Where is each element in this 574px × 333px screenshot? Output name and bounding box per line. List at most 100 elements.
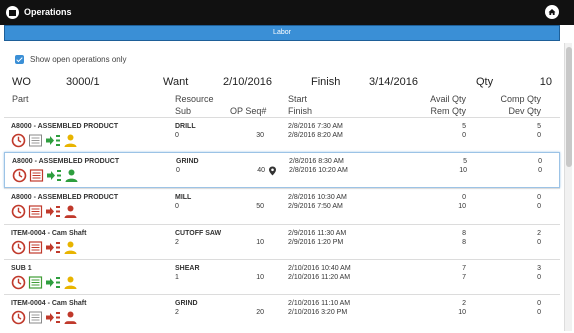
comp-qty: 0 — [537, 300, 541, 307]
part-name: A8000 - ASSEMBLED PRODUCT — [11, 194, 119, 201]
dev-qty: 0 — [538, 167, 542, 174]
operation-row[interactable]: A8000 - ASSEMBLED PRODUCT MILL 0 50 2/8/… — [4, 188, 560, 224]
person-gold-icon[interactable] — [63, 240, 78, 255]
resource-name: CUTOFF SAW — [175, 230, 222, 237]
move-arrow-icon[interactable] — [45, 275, 61, 290]
page-title: Operations — [24, 7, 72, 17]
finish-time: 2/9/2016 7:50 AM — [288, 203, 343, 210]
rem-qty: 10 — [459, 167, 467, 174]
clock-icon[interactable] — [11, 204, 26, 219]
labor-button[interactable]: Labor — [4, 25, 560, 41]
opseq-value: 20 — [256, 309, 264, 316]
finish-time: 2/8/2016 10:20 AM — [289, 167, 348, 174]
comp-qty: 0 — [537, 194, 541, 201]
sub-value: 0 — [175, 203, 179, 210]
document-red-icon[interactable] — [28, 204, 43, 219]
move-arrow-icon[interactable] — [45, 240, 61, 255]
sub-value: 1 — [175, 274, 179, 281]
header-rem-qty: Rem Qty — [430, 106, 466, 116]
person-green-icon[interactable] — [64, 168, 79, 183]
operation-row[interactable]: A8000 - ASSEMBLED PRODUCT DRILL 0 30 2/8… — [4, 117, 560, 153]
title-bar: Operations — [0, 0, 574, 25]
finish-time: 2/10/2016 3:20 PM — [288, 309, 348, 316]
scrollbar-thumb[interactable] — [566, 47, 572, 167]
sub-value: 2 — [175, 309, 179, 316]
opseq-value: 30 — [256, 132, 264, 139]
clock-icon[interactable] — [11, 240, 26, 255]
operation-row[interactable]: ITEM-0004 - Cam Shaft GRIND 2 20 2/10/20… — [4, 294, 560, 330]
finish-label: Finish — [311, 76, 341, 88]
document-red-icon[interactable] — [29, 168, 44, 183]
comp-qty: 2 — [537, 230, 541, 237]
person-gold-icon[interactable] — [63, 275, 78, 290]
open-operations-filter[interactable]: Show open operations only — [15, 55, 127, 64]
sub-value: 2 — [175, 239, 179, 246]
avail-qty: 5 — [462, 123, 466, 130]
part-name: ITEM-0004 - Cam Shaft — [11, 300, 87, 307]
part-name: A8000 - ASSEMBLED PRODUCT — [11, 123, 119, 130]
scrollbar[interactable] — [564, 43, 572, 331]
opseq-value: 10 — [256, 274, 264, 281]
header-dev-qty: Dev Qty — [508, 106, 541, 116]
dev-qty: 0 — [537, 203, 541, 210]
clock-icon[interactable] — [12, 168, 27, 183]
document-red-icon[interactable] — [28, 240, 43, 255]
person-red-icon[interactable] — [63, 204, 78, 219]
start-time: 2/8/2016 10:30 AM — [288, 194, 347, 201]
header-start: Start — [288, 94, 308, 104]
header-resource: Resource — [175, 94, 214, 104]
header-part: Part — [12, 94, 29, 104]
rem-qty: 10 — [458, 309, 466, 316]
avail-qty: 7 — [462, 265, 466, 272]
header-avail-qty: Avail Qty — [430, 94, 466, 104]
person-gold-icon[interactable] — [63, 133, 78, 148]
header-sub: Sub — [175, 106, 192, 116]
operation-row[interactable]: A8000 - ASSEMBLED PRODUCT GRIND 0 40 2/8… — [4, 152, 560, 188]
rem-qty: 0 — [462, 132, 466, 139]
document-green-icon[interactable] — [28, 275, 43, 290]
clock-icon[interactable] — [11, 133, 26, 148]
resource-name: GRIND — [175, 300, 198, 307]
operation-row[interactable]: ITEM-0004 - Cam Shaft CUTOFF SAW 2 10 2/… — [4, 224, 560, 260]
opseq-value: 40 — [257, 167, 265, 174]
open-operations-checkbox[interactable] — [15, 55, 24, 64]
open-operations-label: Show open operations only — [30, 55, 127, 64]
rem-qty: 10 — [458, 203, 466, 210]
dev-qty: 0 — [537, 132, 541, 139]
move-arrow-icon[interactable] — [45, 310, 61, 325]
dev-qty: 0 — [537, 309, 541, 316]
resource-name: DRILL — [175, 123, 196, 130]
menu-icon[interactable] — [6, 6, 19, 19]
location-pin-icon[interactable] — [268, 166, 277, 176]
part-name: ITEM-0004 - Cam Shaft — [11, 230, 87, 237]
sub-value: 0 — [175, 132, 179, 139]
sub-value: 0 — [176, 167, 180, 174]
comp-qty: 0 — [538, 158, 542, 165]
qty-label: Qty — [476, 76, 494, 88]
document-icon[interactable] — [28, 310, 43, 325]
document-icon[interactable] — [28, 133, 43, 148]
avail-qty: 2 — [462, 300, 466, 307]
finish-time: 2/9/2016 1:20 PM — [288, 239, 344, 246]
move-arrow-icon[interactable] — [45, 133, 61, 148]
opseq-value: 50 — [256, 203, 264, 210]
part-name: A8000 - ASSEMBLED PRODUCT — [12, 158, 120, 165]
start-time: 2/8/2016 7:30 AM — [288, 123, 343, 130]
dev-qty: 0 — [537, 239, 541, 246]
rem-qty: 7 — [462, 274, 466, 281]
person-red-icon[interactable] — [63, 310, 78, 325]
clock-icon[interactable] — [11, 310, 26, 325]
opseq-value: 10 — [256, 239, 264, 246]
move-arrow-icon[interactable] — [45, 204, 61, 219]
move-arrow-icon[interactable] — [46, 168, 62, 183]
home-icon[interactable] — [545, 5, 559, 19]
part-name: SUB 1 — [11, 265, 32, 272]
operation-row[interactable]: SUB 1 SHEAR 1 10 2/10/2016 10:40 AM 2/10… — [4, 259, 560, 295]
clock-icon[interactable] — [11, 275, 26, 290]
header-comp-qty: Comp Qty — [500, 94, 541, 104]
header-finish: Finish — [288, 106, 313, 116]
start-time: 2/9/2016 11:30 AM — [288, 230, 347, 237]
wo-value: 3000/1 — [66, 76, 100, 88]
resource-name: SHEAR — [175, 265, 200, 272]
start-time: 2/10/2016 10:40 AM — [288, 265, 351, 272]
